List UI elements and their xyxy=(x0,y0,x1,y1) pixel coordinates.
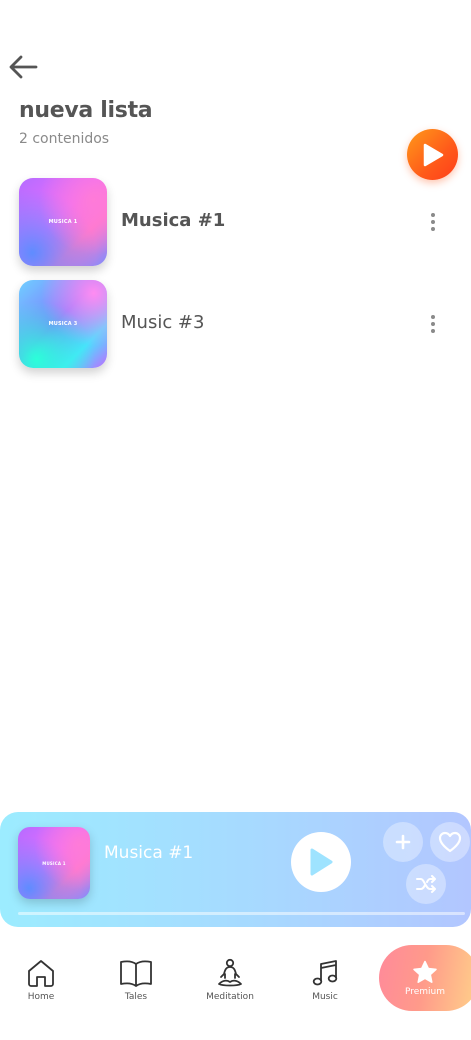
nav-label-home: Home xyxy=(27,992,55,1002)
cover-label: MUSICA 3 xyxy=(48,321,78,327)
heart-icon xyxy=(438,831,462,853)
shuffle-button[interactable] xyxy=(406,864,446,904)
nav-label-music: Music xyxy=(312,992,338,1002)
player-title: Musica #1 xyxy=(104,843,194,863)
page-title: nueva lista xyxy=(19,98,153,123)
nav-label-tales: Tales xyxy=(124,992,148,1002)
track-title: Music #3 xyxy=(121,312,205,333)
track-cover: MUSICA 3 xyxy=(19,280,107,368)
nav-label-meditation: Meditation xyxy=(206,992,254,1002)
book-icon xyxy=(120,960,152,987)
nav-music[interactable]: Music xyxy=(285,958,365,1002)
more-vertical-icon[interactable] xyxy=(422,312,444,336)
mini-player[interactable]: MUSICA 1 Musica #1 xyxy=(0,812,471,927)
nav-meditation[interactable]: Meditation xyxy=(190,958,270,1002)
nav-premium[interactable]: Premium xyxy=(379,945,471,1011)
meditation-icon xyxy=(218,958,242,987)
play-icon xyxy=(423,143,443,166)
nav-home[interactable]: Home xyxy=(1,958,81,1002)
player-play-button[interactable] xyxy=(291,832,351,892)
more-vertical-icon[interactable] xyxy=(422,210,444,234)
bottom-nav: Home Tales Meditation Music Premium xyxy=(0,940,471,1040)
track-row[interactable]: MUSICA 1 Musica #1 xyxy=(0,178,471,280)
home-icon xyxy=(28,960,54,987)
star-icon xyxy=(413,960,437,983)
play-all-button[interactable] xyxy=(407,129,458,180)
cover-label: MUSICA 1 xyxy=(48,219,78,225)
back-button[interactable] xyxy=(6,50,40,84)
add-to-list-button[interactable] xyxy=(383,822,423,862)
plus-icon xyxy=(395,834,411,850)
nav-label-premium: Premium xyxy=(404,986,446,997)
shuffle-icon xyxy=(416,875,436,893)
nav-tales[interactable]: Tales xyxy=(96,958,176,1002)
track-title: Musica #1 xyxy=(121,210,226,231)
arrow-left-icon xyxy=(9,55,38,79)
cover-label: MUSICA 1 xyxy=(42,860,66,866)
favorite-button[interactable] xyxy=(430,822,470,862)
track-row[interactable]: MUSICA 3 Music #3 xyxy=(0,280,471,382)
play-icon xyxy=(310,848,333,876)
player-cover: MUSICA 1 xyxy=(18,827,90,899)
track-list: MUSICA 1 Musica #1 MUSICA 3 Music #3 xyxy=(0,178,471,382)
track-cover: MUSICA 1 xyxy=(19,178,107,266)
content-count: 2 contenidos xyxy=(19,131,110,147)
player-progress-bar[interactable] xyxy=(18,912,465,915)
music-note-icon xyxy=(312,960,338,986)
